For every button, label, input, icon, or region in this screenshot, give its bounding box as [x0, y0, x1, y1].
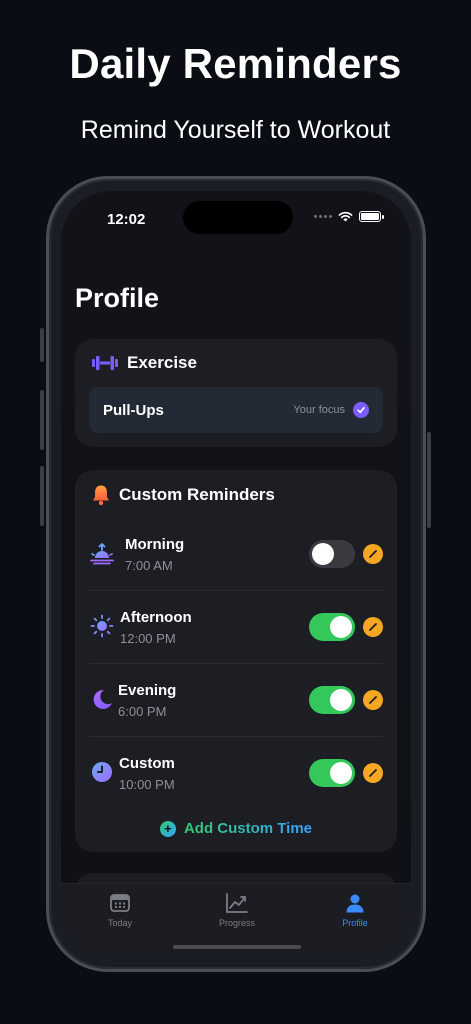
pencil-icon	[369, 623, 377, 631]
reminder-row-afternoon: Afternoon 12:00 PM	[89, 591, 383, 664]
phone-volume-up-button	[40, 390, 44, 450]
reminder-toggle-custom[interactable]	[309, 759, 355, 787]
status-bar: 12:02	[61, 191, 411, 241]
reminder-time: 12:00 PM	[120, 631, 176, 646]
sunrise-icon	[90, 543, 114, 565]
tab-profile[interactable]: Profile	[315, 892, 395, 928]
reminder-label: Afternoon	[120, 609, 192, 626]
reminder-toggle-afternoon[interactable]	[309, 613, 355, 641]
tab-bar: Today Progress Profile	[61, 883, 411, 957]
reminder-label: Evening	[118, 682, 177, 699]
reminder-toggle-morning[interactable]	[309, 540, 355, 568]
tab-label: Profile	[342, 918, 368, 928]
custom-reminders-card: Custom Reminders Morning 7:00 AM Afterno…	[75, 470, 397, 852]
reminders-header-label: Custom Reminders	[119, 485, 275, 504]
hero-subtitle: Remind Yourself to Workout	[80, 116, 391, 144]
reminder-time: 7:00 AM	[125, 558, 173, 573]
phone-frame: 12:02 Profile Exercise Pull-Ups Your foc…	[46, 176, 426, 972]
tab-label: Today	[107, 918, 133, 928]
add-custom-time-label: Add Custom Time	[183, 820, 313, 837]
phone-action-button	[40, 328, 44, 362]
plus-icon: +	[159, 820, 176, 837]
clock-icon	[92, 762, 112, 782]
reminder-label: Morning	[125, 536, 185, 553]
tab-today[interactable]: Today	[80, 892, 160, 928]
reminder-row-custom: Custom 10:00 PM	[89, 737, 383, 810]
dynamic-island	[183, 201, 293, 234]
phone-screen: 12:02 Profile Exercise Pull-Ups Your foc…	[61, 191, 411, 957]
exercise-name: Pull-Ups	[103, 402, 164, 419]
reminder-label: Custom	[119, 755, 175, 772]
exercise-focus-row[interactable]: Pull-Ups Your focus	[89, 387, 383, 433]
home-indicator	[173, 945, 301, 949]
moon-icon	[93, 689, 112, 709]
page-title: Profile	[75, 283, 160, 313]
chart-icon	[226, 893, 248, 913]
exercise-card: Exercise Pull-Ups Your focus	[75, 339, 397, 447]
edit-reminder-evening-button[interactable]	[363, 690, 383, 710]
sun-icon	[90, 614, 114, 638]
edit-reminder-afternoon-button[interactable]	[363, 617, 383, 637]
reminder-time: 6:00 PM	[118, 704, 167, 719]
add-custom-time-button[interactable]: + Add Custom Time	[75, 820, 397, 837]
hero-title: Daily Reminders	[69, 40, 402, 87]
tab-progress[interactable]: Progress	[197, 892, 277, 928]
calendar-icon	[110, 894, 130, 912]
focus-tag: Your focus	[293, 404, 345, 416]
person-icon	[346, 894, 364, 913]
exercise-header: Exercise	[91, 353, 197, 373]
reminder-toggle-evening[interactable]	[309, 686, 355, 714]
status-icons	[314, 211, 384, 222]
signal-icon	[314, 215, 332, 218]
edit-reminder-morning-button[interactable]	[363, 544, 383, 564]
status-time: 12:02	[107, 211, 146, 228]
dumbbell-icon	[92, 356, 118, 370]
phone-power-button	[427, 432, 431, 528]
pencil-icon	[369, 550, 377, 558]
reminder-row-morning: Morning 7:00 AM	[89, 518, 383, 591]
battery-icon	[359, 211, 384, 222]
edit-reminder-custom-button[interactable]	[363, 763, 383, 783]
checkmark-icon	[353, 402, 369, 418]
tab-label: Progress	[218, 918, 255, 928]
phone-volume-down-button	[40, 466, 44, 526]
bell-icon	[93, 485, 109, 506]
wifi-icon	[338, 211, 353, 222]
reminders-header: Custom Reminders	[91, 484, 275, 506]
exercise-header-label: Exercise	[127, 353, 197, 372]
reminder-time: 10:00 PM	[119, 777, 175, 792]
reminder-row-evening: Evening 6:00 PM	[89, 664, 383, 737]
pencil-icon	[369, 696, 377, 704]
pencil-icon	[369, 769, 377, 777]
